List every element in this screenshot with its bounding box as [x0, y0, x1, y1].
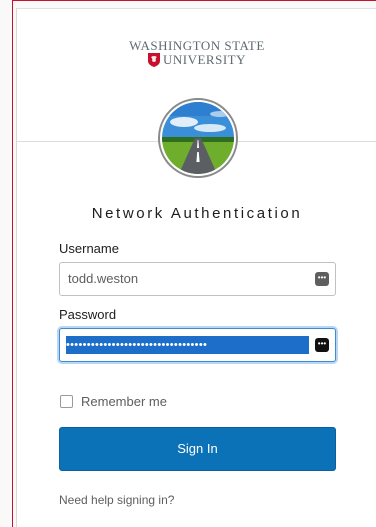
key-dots-icon[interactable]: ••• — [315, 338, 329, 352]
login-card: WASHINGTON STATE UNIVERSITY Network Auth… — [16, 8, 376, 527]
page-title: Network Authentication — [91, 205, 303, 222]
wsu-logo: WASHINGTON STATE UNIVERSITY — [17, 39, 376, 72]
key-dots-icon[interactable]: ••• — [315, 272, 329, 286]
password-field[interactable]: •••••••••••••••••••••••••••••••••• ••• — [59, 328, 336, 362]
wsu-shield-icon — [148, 53, 160, 67]
brand-accent-border-top — [12, 0, 376, 1]
remember-me-checkbox[interactable] — [60, 395, 73, 408]
landscape-image-svg — [162, 102, 234, 174]
password-label: Password — [59, 307, 117, 322]
logo-line-2: UNIVERSITY — [163, 52, 246, 67]
help-link[interactable]: Need help signing in? — [59, 493, 174, 507]
logo-line-1: WASHINGTON STATE — [129, 38, 265, 53]
password-value: •••••••••••••••••••••••••••••••••• — [66, 336, 309, 354]
username-field[interactable]: todd.weston ••• — [59, 262, 336, 296]
logo-line-2-wrap: UNIVERSITY — [148, 53, 246, 67]
page-background: WASHINGTON STATE UNIVERSITY Network Auth… — [0, 0, 376, 527]
road-landscape-image — [158, 98, 238, 178]
remember-me-label[interactable]: Remember me — [81, 394, 167, 409]
brand-accent-border — [12, 0, 13, 527]
username-label: Username — [59, 241, 119, 256]
sign-in-button[interactable]: Sign In — [59, 427, 336, 471]
username-value: todd.weston — [68, 271, 139, 286]
